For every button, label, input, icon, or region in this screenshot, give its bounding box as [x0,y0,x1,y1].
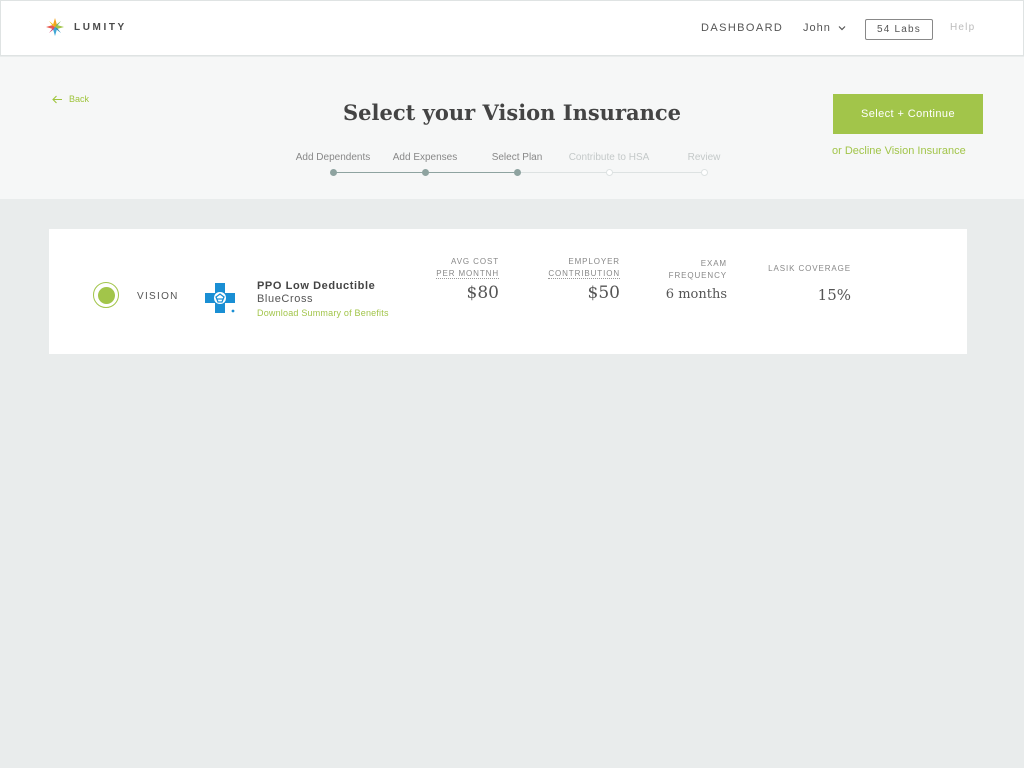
plan-category: VISION [137,291,179,302]
metric-label: AVG COST PER MONTNH [429,256,499,280]
plan-name: PPO Low Deductible [257,280,376,292]
step-dot [330,169,337,176]
nav-dashboard-link[interactable]: DASHBOARD [701,22,783,34]
page-header: Back Select your Vision Insurance Select… [0,57,1024,199]
metric-lasik-coverage: LASIK COVERAGE 15% [759,263,851,304]
user-name: John [803,22,831,34]
metric-label-line-2: PER MONTNH [436,269,499,279]
step-review: Review [649,152,759,176]
decline-link[interactable]: or Decline Vision Insurance [832,145,966,157]
step-dot [701,169,708,176]
step-dot [606,169,613,176]
metric-label-line-1: EXAM [700,259,727,268]
metric-value: 6 months [665,287,727,302]
metric-employer-contribution: EMPLOYER CONTRIBUTION $50 [539,256,620,303]
select-continue-button[interactable]: Select + Continue [833,94,983,134]
metric-label-line-1: AVG COST [451,257,499,266]
chevron-down-icon [838,26,846,31]
plan-card[interactable]: VISION PPO Low Deductible BlueCross Down… [49,229,967,354]
metric-value: $50 [587,283,620,303]
step-label: Contribute to HSA [568,152,650,163]
metric-label-line-1: EMPLOYER [568,257,620,266]
user-menu[interactable]: John [803,22,846,34]
summary-of-benefits-link[interactable]: Download Summary of Benefits [257,308,389,318]
metric-label: EMPLOYER CONTRIBUTION [539,256,620,280]
metric-label: LASIK COVERAGE [759,263,851,275]
metric-value: $80 [466,283,499,303]
metric-label-line-2: CONTRIBUTION [548,269,620,279]
metric-label-line-2: FREQUENCY [668,271,727,280]
help-link[interactable]: Help [950,22,975,33]
company-badge[interactable]: 54 Labs [865,19,933,40]
radio-selected-indicator [97,286,115,304]
metric-value: 15% [817,286,851,304]
metric-avg-cost: AVG COST PER MONTNH $80 [429,256,499,303]
top-nav: LUMITY DASHBOARD John 54 Labs Help [0,0,1024,56]
plan-carrier: BlueCross [257,293,314,305]
step-label: Review [687,152,721,163]
step-contribute-to-hsa: Contribute to HSA [554,152,664,176]
metric-exam-frequency: EXAM FREQUENCY 6 months [649,258,727,302]
step-dot [514,169,521,176]
brand-name: LUMITY [74,21,127,33]
metric-label: EXAM FREQUENCY [649,258,727,282]
step-dot [422,169,429,176]
lumity-leaf-icon [46,18,64,36]
plan-select-radio[interactable] [93,282,119,308]
bluecross-logo-icon [205,283,235,313]
brand-logo[interactable]: LUMITY [46,18,127,36]
metric-label-line-1: LASIK COVERAGE [768,264,851,273]
